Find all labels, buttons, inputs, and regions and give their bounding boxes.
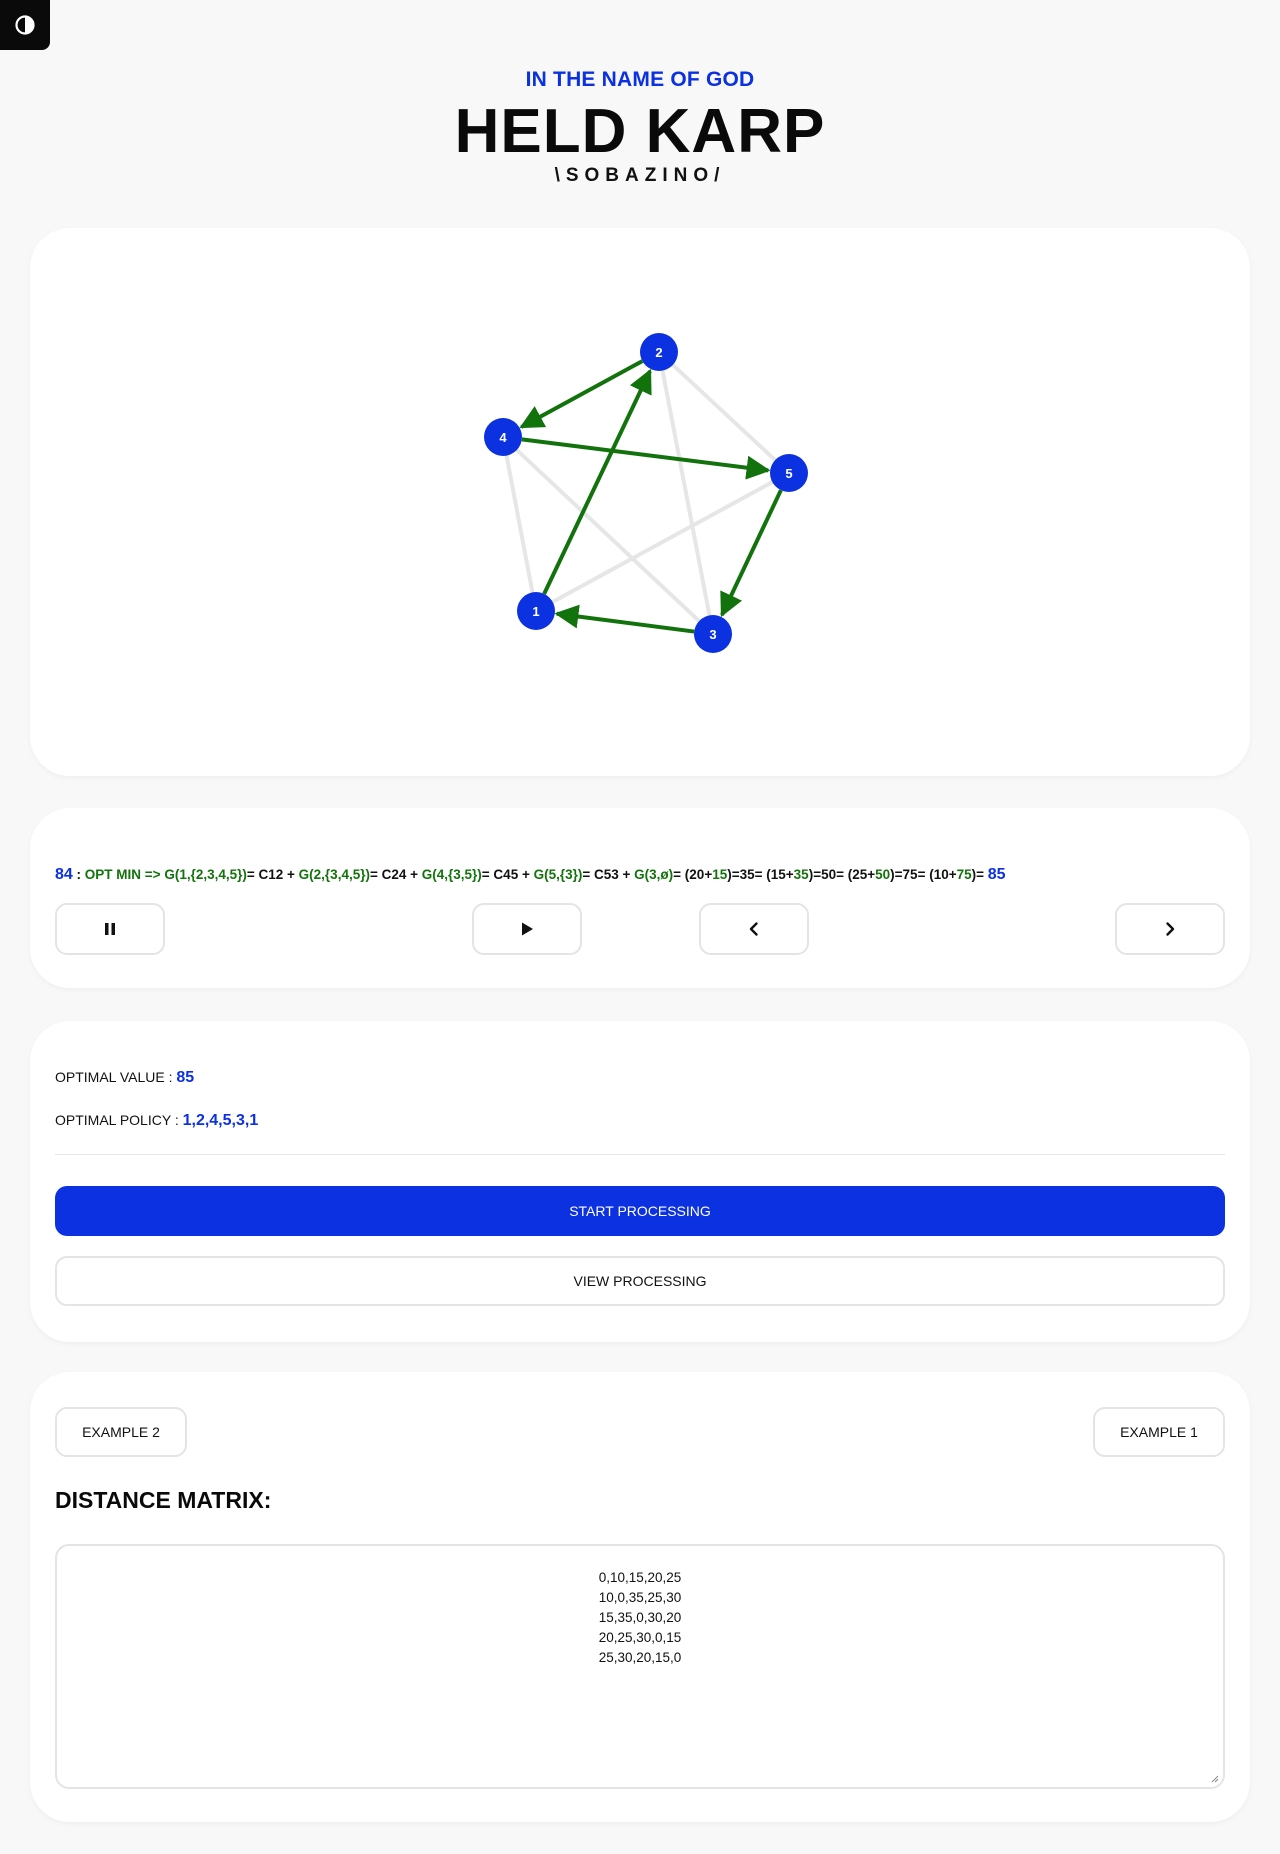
pause-icon bbox=[105, 923, 115, 935]
optimal-value: 85 bbox=[176, 1069, 195, 1086]
tour-edge-2-4 bbox=[519, 359, 644, 429]
graph-node-1: 1 bbox=[517, 592, 555, 630]
play-button[interactable] bbox=[472, 903, 582, 955]
graph-node-label: 5 bbox=[785, 466, 792, 481]
step-g1: G(1,{2,3,4,5}) bbox=[164, 867, 247, 882]
graph-node-label: 3 bbox=[709, 627, 716, 642]
step-eq6: )=35= (15+ bbox=[727, 867, 794, 882]
graph-node-label: 4 bbox=[499, 430, 507, 445]
matrix-row: 15,35,0,30,20 bbox=[598, 1610, 682, 1625]
tour-edge-5-3 bbox=[720, 489, 783, 618]
previous-step-button[interactable] bbox=[699, 903, 809, 955]
step-result: 85 bbox=[987, 866, 1006, 883]
step-eq7: )=50= (25+ bbox=[808, 867, 876, 882]
graph-node-5: 5 bbox=[770, 454, 808, 492]
step-formula: 84 : OPT MIN => G(1,{2,3,4,5})= C12 + G(… bbox=[55, 866, 1225, 884]
graph-canvas: 1 2 3 4 5 bbox=[484, 333, 808, 653]
divider bbox=[55, 1154, 1225, 1155]
matrix-row: 20,25,30,0,15 bbox=[598, 1630, 682, 1645]
start-processing-button[interactable]: START PROCESSING bbox=[55, 1186, 1225, 1236]
steps-card: 84 : OPT MIN => G(1,{2,3,4,5})= C12 + G(… bbox=[30, 808, 1250, 988]
step-index: 84 bbox=[55, 866, 73, 883]
result-card: OPTIMAL VALUE : 85 OPTIMAL POLICY : 1,2,… bbox=[30, 1021, 1250, 1342]
step-eq9: )= bbox=[971, 867, 988, 882]
tour-edge-4-5 bbox=[521, 437, 771, 480]
graph-node-label: 1 bbox=[532, 604, 539, 619]
graph-node-4: 4 bbox=[484, 418, 522, 456]
graph-node-2: 2 bbox=[640, 333, 678, 371]
step-eq1: = C12 + bbox=[246, 867, 299, 882]
step-g4: G(5,{3}) bbox=[533, 867, 583, 882]
step-n75: 75 bbox=[956, 867, 972, 882]
matrix-row: 10,0,35,25,30 bbox=[598, 1590, 682, 1605]
header-kicker: IN THE NAME OF GOD bbox=[525, 68, 755, 91]
tour-edge-3-1 bbox=[554, 604, 695, 634]
optimal-value-label: OPTIMAL VALUE : bbox=[55, 1069, 177, 1085]
step-eq8: )=75= (10+ bbox=[890, 867, 957, 882]
step-n15: 15 bbox=[712, 867, 728, 882]
step-g5: G(3,ø) bbox=[634, 867, 674, 882]
chevron-right-icon bbox=[1166, 922, 1175, 936]
graph-node-label: 2 bbox=[655, 345, 662, 360]
step-eq4: = C53 + bbox=[582, 867, 635, 882]
matrix-row: 0,10,15,20,25 bbox=[598, 1570, 682, 1585]
resize-grip-icon[interactable] bbox=[1209, 1773, 1219, 1783]
step-eq5: = (20+ bbox=[673, 867, 713, 882]
distance-matrix-textarea[interactable]: 0,10,15,20,25 10,0,35,25,30 15,35,0,30,2… bbox=[55, 1544, 1225, 1789]
contrast-icon bbox=[15, 15, 35, 35]
pause-button[interactable] bbox=[55, 903, 165, 955]
step-eq2: = C24 + bbox=[369, 867, 422, 882]
matrix-card: EXAMPLE 2 EXAMPLE 1 DISTANCE MATRIX: 0,1… bbox=[30, 1372, 1250, 1822]
play-icon bbox=[522, 922, 533, 936]
matrix-heading: DISTANCE MATRIX: bbox=[55, 1487, 272, 1513]
graph-edge-1-5 bbox=[535, 471, 790, 613]
optimal-policy: 1,2,4,5,3,1 bbox=[182, 1112, 259, 1129]
page-title: HELD KARP bbox=[454, 97, 826, 166]
step-n35: 35 bbox=[793, 867, 809, 882]
chevron-left-icon bbox=[749, 922, 758, 936]
matrix-row: 25,30,20,15,0 bbox=[598, 1650, 682, 1665]
step-opt: OPT MIN => bbox=[84, 867, 165, 882]
step-n50: 50 bbox=[875, 867, 891, 882]
step-g3: G(4,{3,5}) bbox=[421, 867, 482, 882]
graph-node-3: 3 bbox=[694, 615, 732, 653]
optimal-policy-row: OPTIMAL POLICY : 1,2,4,5,3,1 bbox=[55, 1112, 258, 1130]
next-step-button[interactable] bbox=[1115, 903, 1225, 955]
optimal-policy-label: OPTIMAL POLICY : bbox=[55, 1112, 183, 1128]
theme-toggle-button[interactable] bbox=[0, 0, 50, 50]
graph-card: 1 2 3 4 5 bbox=[30, 228, 1250, 776]
page-subtitle: \SOBAZINO/ bbox=[554, 165, 726, 186]
view-processing-button[interactable]: VIEW PROCESSING bbox=[55, 1256, 1225, 1306]
example-1-button[interactable]: EXAMPLE 1 bbox=[1093, 1407, 1225, 1457]
step-sep: : bbox=[72, 867, 85, 882]
step-eq3: = C45 + bbox=[481, 867, 534, 882]
step-g2: G(2,{3,4,5}) bbox=[298, 867, 370, 882]
optimal-value-row: OPTIMAL VALUE : 85 bbox=[55, 1069, 194, 1087]
example-2-button[interactable]: EXAMPLE 2 bbox=[55, 1407, 187, 1457]
